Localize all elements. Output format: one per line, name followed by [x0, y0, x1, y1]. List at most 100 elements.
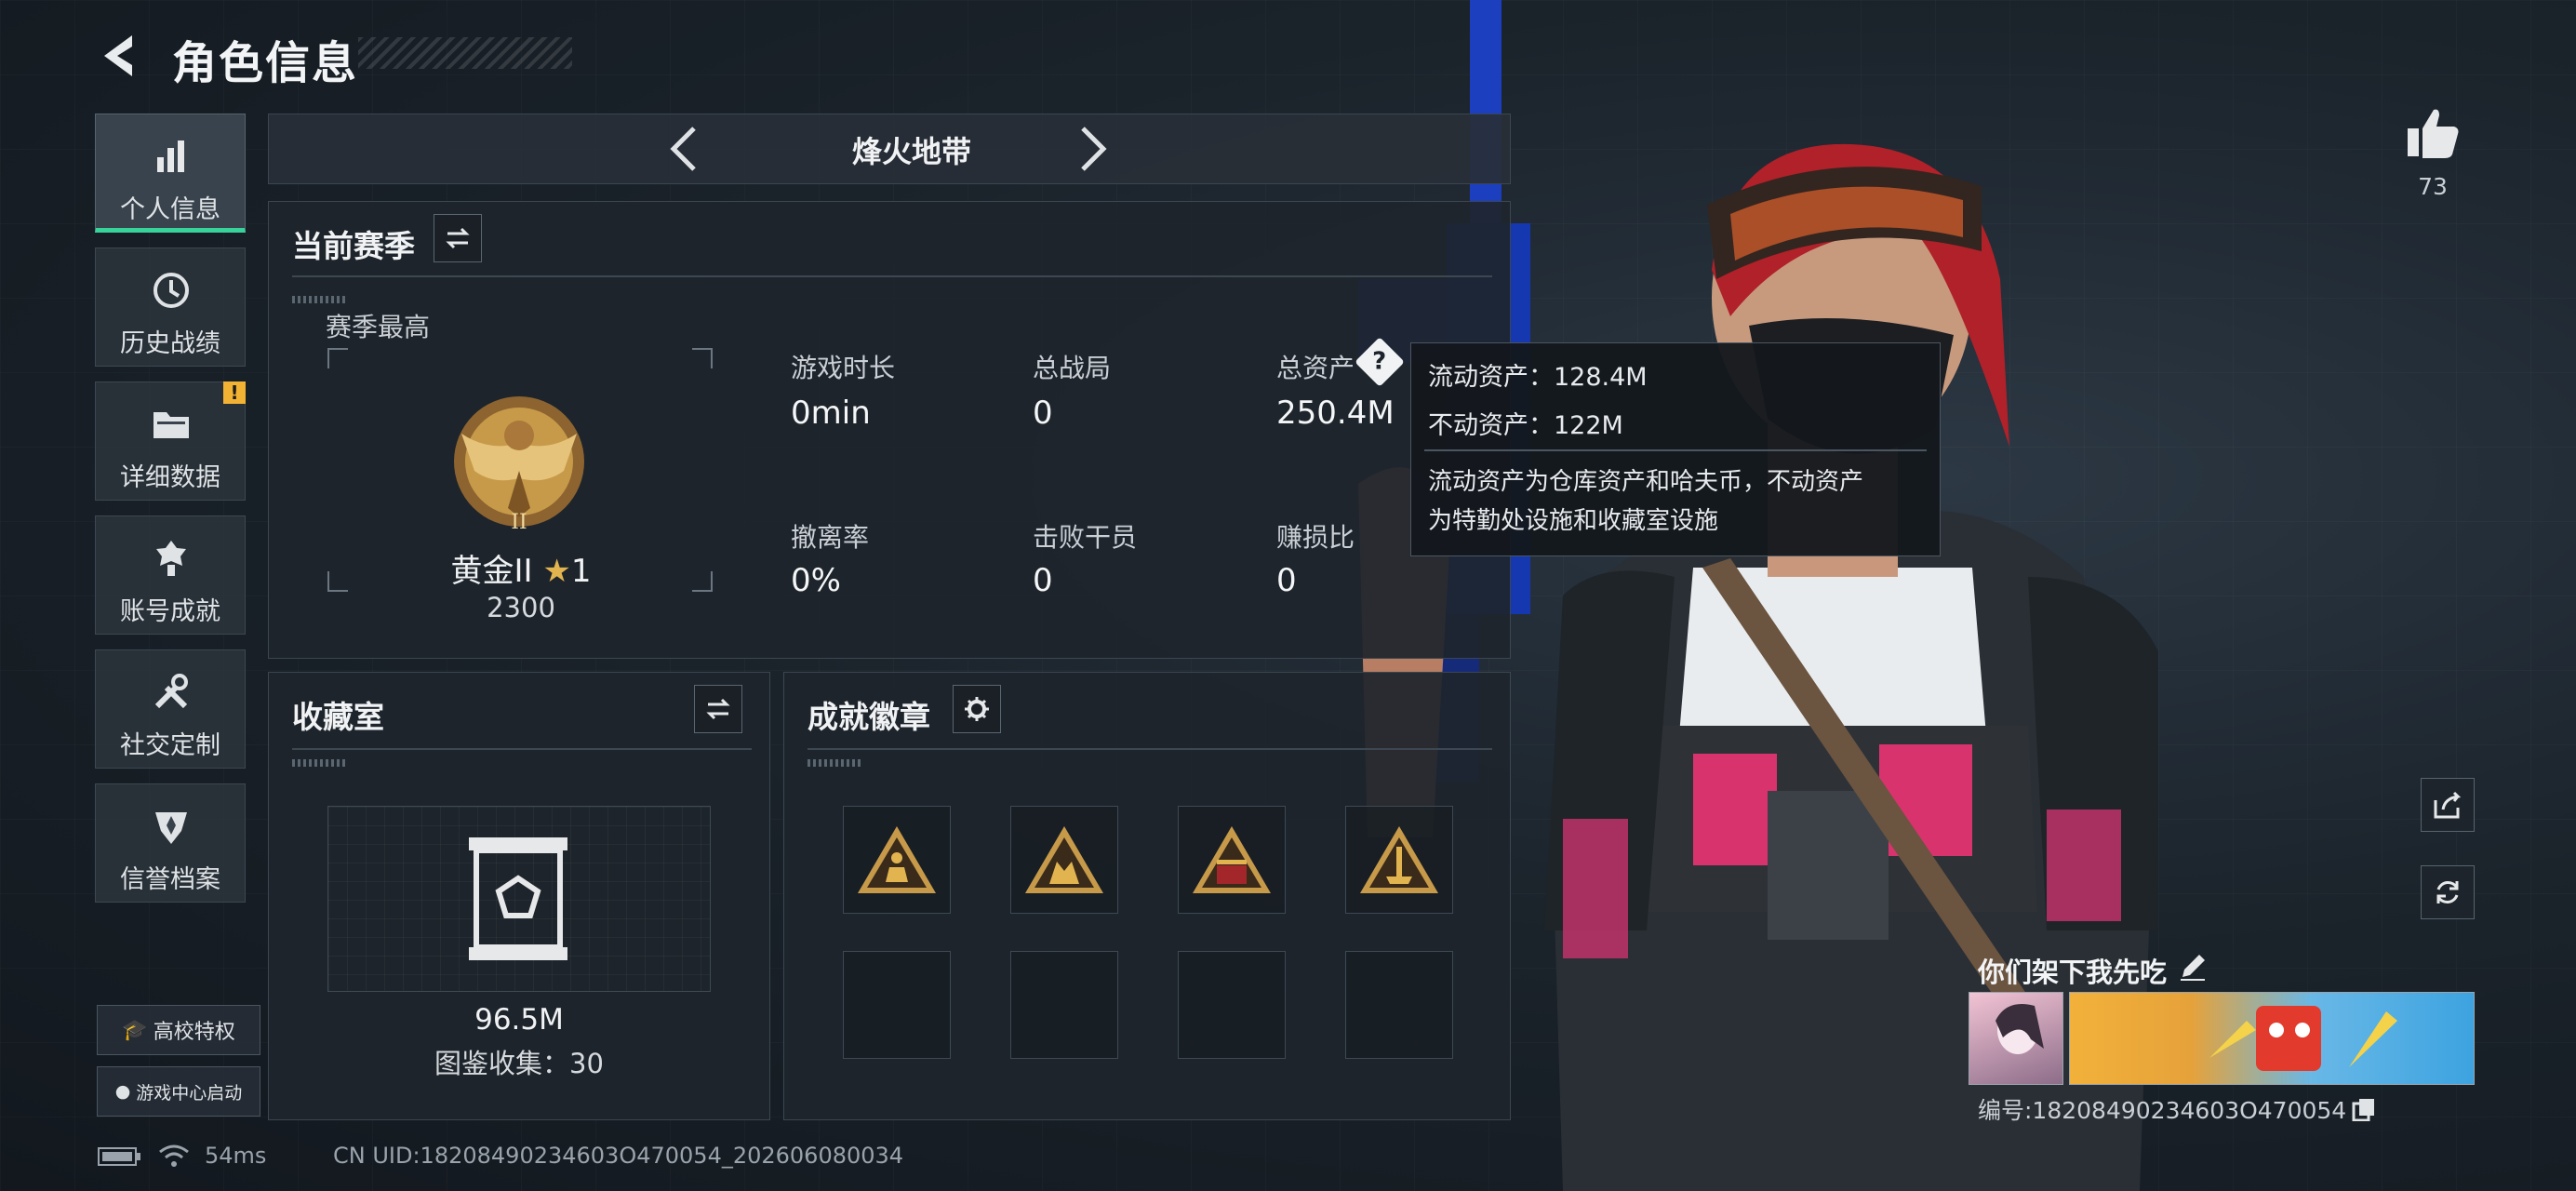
tooltip-description-line1: 流动资产为仓库资产和哈夫币，不动资产: [1428, 468, 1864, 496]
uid-text: CN UID:18208490234603O470054_20260608003…: [333, 1143, 904, 1169]
badge-squad-icon: [1025, 826, 1103, 893]
tooltip-liquid-assets: 流动资产：128.4M: [1428, 363, 1648, 392]
sidebar-item-achievements[interactable]: 账号成就: [95, 515, 246, 635]
divider-decoration: [808, 759, 863, 767]
stat-label-matches: 总战局: [1033, 353, 1112, 383]
frame-corner: [327, 348, 348, 368]
frame-corner: [692, 348, 713, 368]
achievement-badge-slot-empty[interactable]: [843, 951, 951, 1059]
qq-icon: ●: [114, 1081, 131, 1102]
stat-label-extract-rate: 撤离率: [791, 522, 870, 553]
mode-label: 烽火地带: [851, 134, 971, 169]
tooltip-divider: [1424, 449, 1927, 451]
season-best-label: 赛季最高: [326, 312, 431, 342]
stat-value-extract-rate: 0%: [791, 562, 841, 599]
tools-icon: [154, 674, 188, 709]
achievement-badge-slot[interactable]: [1010, 806, 1118, 914]
graduation-cap-icon: 🎓: [122, 1018, 148, 1042]
divider-decoration: [292, 296, 348, 303]
stat-label-total-assets: 总资产: [1276, 353, 1355, 383]
battery-icon: [98, 1147, 140, 1166]
prev-mode-arrow-icon[interactable]: [662, 123, 705, 175]
player-id: 编号:18208490234603O470054: [1978, 1092, 2376, 1126]
badge-runner-icon: [858, 826, 936, 893]
avatar-portrait-icon: [1995, 1004, 2044, 1054]
wifi-icon: [159, 1144, 189, 1167]
player-name: 你们架下我先吃: [1978, 957, 2168, 988]
achievement-badge-slot[interactable]: [1345, 806, 1453, 914]
next-mode-arrow-icon[interactable]: [1072, 123, 1114, 175]
sidebar-item-personal-info[interactable]: 个人信息: [95, 114, 246, 233]
sidebar-item-label: 个人信息: [120, 195, 220, 224]
thumbs-up-icon[interactable]: [2404, 104, 2462, 162]
share-icon: [2434, 791, 2462, 819]
warning-badge: !: [223, 381, 246, 404]
folder-icon: [153, 412, 189, 438]
bar-chart-icon: [157, 141, 184, 172]
sidebar-item-history[interactable]: 历史战绩: [95, 248, 246, 367]
achievement-panel-divider: [808, 748, 1492, 750]
achievement-badge-slot-empty[interactable]: [1010, 951, 1118, 1059]
clock-history-icon: [153, 273, 189, 308]
tooltip-fixed-assets: 不动资产：122M: [1428, 411, 1623, 440]
like-count: 73: [2418, 173, 2448, 200]
shield-emblem-icon: [155, 812, 187, 844]
collection-count: 图鉴收集：30: [434, 1048, 604, 1079]
frame-corner: [327, 571, 348, 592]
share-button[interactable]: [2421, 778, 2475, 832]
frame-corner: [692, 571, 713, 592]
copy-icon[interactable]: [2352, 1097, 2376, 1121]
sidebar-item-details[interactable]: ! 详细数据: [95, 381, 246, 501]
sidebar-item-label: 历史战绩: [120, 329, 220, 358]
stat-label-playtime: 游戏时长: [791, 353, 896, 383]
svg-text:II: II: [511, 511, 527, 534]
swap-icon: [446, 227, 470, 249]
sidebar-item-label: 社交定制: [120, 731, 220, 760]
season-switch-button[interactable]: [434, 214, 482, 262]
season-panel-divider: [292, 275, 1492, 277]
title-decoration: [358, 37, 572, 69]
page-title: 角色信息: [172, 37, 359, 89]
stat-label-kills: 击败干员: [1033, 522, 1138, 553]
divider-decoration: [292, 759, 348, 767]
gamecenter-launch-label: 游戏中心启动: [136, 1082, 243, 1104]
display-case-icon: [469, 837, 567, 960]
achievement-settings-button[interactable]: [953, 685, 1001, 733]
collection-panel-title: 收藏室: [292, 699, 384, 735]
achievement-badge-slot-empty[interactable]: [1345, 951, 1453, 1059]
stat-value-total-assets: 250.4M: [1276, 395, 1395, 432]
season-panel-title: 当前赛季: [292, 228, 415, 264]
back-arrow-icon[interactable]: [93, 28, 149, 84]
campus-privilege-button[interactable]: 🎓 高校特权: [97, 1005, 260, 1055]
player-id-text: 编号:18208490234603O470054: [1978, 1097, 2347, 1124]
edit-pencil-icon[interactable]: [2177, 951, 2209, 983]
stat-value-matches: 0: [1033, 395, 1053, 432]
collection-panel-divider: [292, 748, 752, 750]
badge-vault-icon: [1193, 826, 1271, 893]
sidebar-item-label: 账号成就: [120, 597, 220, 626]
gamecenter-launch-button[interactable]: ● 游戏中心启动: [97, 1066, 260, 1117]
sidebar-item-label: 详细数据: [120, 463, 220, 492]
stat-value-kills: 0: [1033, 562, 1053, 599]
assets-tooltip: 流动资产：128.4M 不动资产：122M 流动资产为仓库资产和哈夫币，不动资产…: [1410, 342, 1941, 556]
refresh-button[interactable]: [2421, 865, 2475, 919]
sidebar-item-social[interactable]: 社交定制: [95, 649, 246, 769]
gear-icon: [965, 697, 989, 721]
medal-icon: [156, 541, 186, 576]
sidebar-item-reputation[interactable]: 信誉档案: [95, 783, 246, 903]
stat-value-profit-ratio: 0: [1276, 562, 1297, 599]
player-banner[interactable]: [2069, 992, 2475, 1085]
badge-soldier-icon: [1360, 826, 1438, 893]
rank-score: 2300: [487, 592, 555, 623]
achievement-badge-slot-empty[interactable]: [1178, 951, 1286, 1059]
achievement-badge-slot[interactable]: [843, 806, 951, 914]
collection-switch-button[interactable]: [694, 685, 742, 733]
refresh-icon: [2436, 881, 2459, 903]
sidebar-item-label: 信誉档案: [120, 865, 220, 894]
achievement-badge-slot[interactable]: [1178, 806, 1286, 914]
rank-stars: 1: [570, 553, 592, 590]
player-avatar[interactable]: [1969, 992, 2063, 1085]
ping-text: 54ms: [205, 1143, 267, 1169]
rank-name: 黄金II: [450, 553, 533, 590]
tooltip-description-line2: 为特勤处设施和收藏室设施: [1428, 507, 1719, 535]
